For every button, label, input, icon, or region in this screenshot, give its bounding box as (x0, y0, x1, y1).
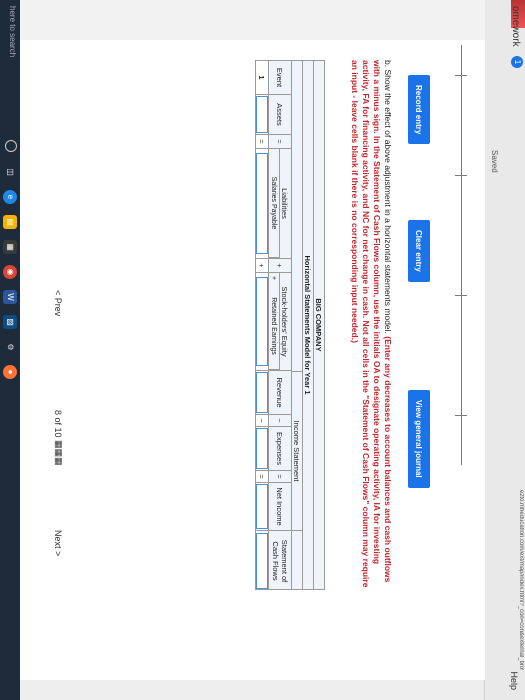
cash-flows-cell (256, 531, 268, 591)
header-assets: Assets (269, 95, 291, 135)
row-equals: = (256, 135, 268, 149)
saved-status: Saved (490, 150, 499, 173)
row-minus: − (256, 415, 268, 427)
tab-marker[interactable] (455, 75, 467, 76)
row-equals-2: = (256, 471, 268, 483)
browser-window: omework 1 ezto.mheducation.com/ext/map/i… (0, 0, 525, 700)
net-income-input[interactable] (256, 484, 268, 529)
windows-taskbar: here to search ◫ e ▤ ▦ ◉ W ▨ ⚙ ● (0, 0, 20, 700)
settings-icon[interactable]: ⚙ (3, 340, 17, 354)
prev-button[interactable]: < Prev (53, 290, 63, 316)
table-sections: Income Statement (291, 60, 303, 590)
net-income-cell (256, 483, 268, 531)
income-statement-label: Income Statement (292, 371, 302, 531)
salaries-payable-input[interactable] (256, 153, 268, 254)
chrome-icon[interactable]: ◉ (3, 265, 17, 279)
top-header: omework 1 ezto.mheducation.com/ext/map/i… (484, 0, 525, 700)
file-explorer-icon[interactable]: ▤ (3, 215, 17, 229)
liabilities-subheader: Salaries Payable (268, 148, 280, 258)
instructions: b. Show the effect of above adjustment i… (349, 60, 393, 590)
next-button[interactable]: Next > (53, 530, 63, 556)
revenue-cell (256, 371, 268, 415)
instruction-text: b. Show the effect of above adjustment i… (383, 60, 393, 334)
taskbar-search[interactable]: here to search (8, 6, 17, 57)
question-count: 8 of 10 (53, 410, 63, 438)
event-number: 1 (256, 61, 268, 95)
header-salaries-payable: Salaries Payable (270, 176, 278, 230)
header-revenue: Revenue (269, 371, 291, 415)
tab-marker[interactable] (455, 415, 467, 416)
task-view-icon[interactable]: ◫ (3, 165, 17, 179)
equity-subheader: + Retained Earnings (268, 272, 280, 370)
tab-track (455, 45, 467, 465)
address-bar[interactable]: ezto.mheducation.com/ext/map/index.html?… (514, 490, 524, 670)
retained-earnings-cell (256, 273, 268, 371)
record-entry-button[interactable]: Record entry (408, 75, 430, 145)
revenue-input[interactable] (256, 372, 268, 413)
table-company: BIG COMPANY (313, 60, 325, 590)
view-general-journal-button[interactable]: View general journal (408, 390, 430, 488)
firefox-icon[interactable]: ● (3, 365, 17, 379)
cortana-icon[interactable] (5, 140, 17, 152)
assets-input[interactable] (256, 95, 268, 134)
header-plus-2: + (270, 275, 278, 281)
cash-flows-input[interactable] (256, 533, 268, 589)
page-title: omework (510, 6, 521, 47)
salaries-payable-cell (256, 149, 268, 259)
header-event: Event (269, 61, 291, 95)
tab-marker[interactable] (455, 295, 467, 296)
help-link[interactable]: Help (509, 671, 519, 690)
journal-entry-tabs (451, 45, 479, 465)
expenses-cell (256, 427, 268, 471)
header-expenses: Expenses (269, 427, 291, 471)
photo-frame: omework 1 ezto.mheducation.com/ext/map/i… (0, 0, 525, 700)
header-plus: + (269, 259, 291, 273)
header-net-income: Net Income (269, 483, 291, 531)
header-cash-flows: Statement of Cash Flows (271, 539, 289, 583)
edge-icon[interactable]: e (3, 190, 17, 204)
header-equals: = (269, 135, 291, 149)
grid-icon[interactable]: ▦▦▦ (53, 440, 64, 466)
header-retained-earnings: Retained Earnings (270, 297, 278, 355)
photos-icon[interactable]: ▨ (3, 315, 17, 329)
header-equals-2: = (269, 471, 291, 483)
expenses-input[interactable] (256, 428, 268, 469)
assets-cell (256, 95, 268, 135)
word-icon[interactable]: W (3, 290, 17, 304)
tab-marker[interactable] (455, 175, 467, 176)
clear-entry-button[interactable]: Clear entry (408, 220, 430, 282)
store-icon[interactable]: ▦ (3, 240, 17, 254)
header-minus: − (269, 415, 291, 427)
retained-earnings-input[interactable] (256, 276, 268, 367)
left-sidebar: ok (0, 0, 485, 41)
table-model-title: Horizontal Statements Model for Year 1 (302, 60, 314, 590)
row-plus: + (256, 259, 268, 273)
notification-badge[interactable]: 1 (511, 56, 523, 68)
question-pager: < Prev 8 of 10 ▦▦▦ Next > (47, 290, 65, 610)
table-row: 1 = + − = (255, 60, 269, 590)
